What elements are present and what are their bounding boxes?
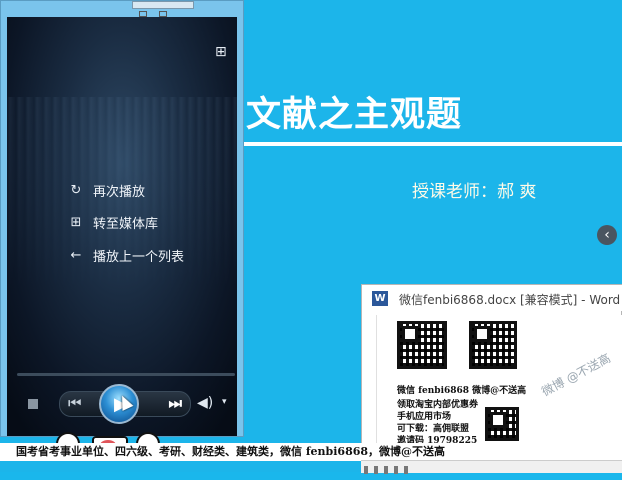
menu-item-replay[interactable]: ↻ 再次播放 (67, 181, 145, 200)
word-title-bar[interactable]: W 微信fenbi6868.docx [兼容模式] - Word ( (362, 285, 622, 311)
menu-item-label: 再次播放 (93, 185, 146, 200)
stop-button[interactable] (28, 399, 38, 409)
title-underline (238, 142, 622, 146)
qr-code-image (485, 407, 519, 441)
library-icon: ⊞ (70, 215, 82, 230)
menu-item-go-to-library[interactable]: ⊞ 转至媒体库 (67, 213, 158, 232)
teacher-label: 授课老师：郝 爽 (412, 182, 537, 202)
bottom-caption: 国考省考事业单位、四六级、考研、财经类、建筑类，微信 fenbi6868，微博@… (0, 443, 445, 461)
switch-to-library-icon[interactable]: ⊞ (215, 44, 227, 60)
menu-item-label: 播放上一个列表 (93, 250, 185, 265)
media-player-window: ⊞ ↻ 再次播放 ⊞ 转至媒体库 ← 播放上一个列表 ⏮ ⏭ ▶ ◀) ▾ (0, 0, 244, 437)
slide-title: 文献之主观题 (246, 95, 463, 135)
previous-track-button[interactable]: ⏮ (68, 394, 82, 412)
volume-dropdown[interactable]: ▾ (222, 397, 227, 407)
previous-slide-button[interactable]: ‹ (597, 225, 617, 245)
word-logo-icon: W (372, 291, 388, 306)
doc-line: 微信 fenbi6868 微博@不送高 (397, 386, 527, 396)
menu-item-label: 转至媒体库 (93, 217, 159, 232)
replay-icon: ↻ (70, 183, 82, 198)
volume-icon[interactable]: ◀) (197, 395, 213, 411)
word-status-bar (361, 460, 622, 474)
word-window-title: 微信fenbi6868.docx [兼容模式] - Word ( (399, 293, 622, 307)
next-track-button[interactable]: ⏭ (168, 394, 182, 412)
seek-bar[interactable] (17, 373, 235, 376)
qr-code-image (397, 321, 447, 369)
qr-code-image (469, 321, 517, 369)
window-controls[interactable] (132, 1, 194, 17)
video-area: ⊞ ↻ 再次播放 ⊞ 转至媒体库 ← 播放上一个列表 (7, 17, 237, 436)
back-arrow-icon: ← (70, 248, 82, 263)
menu-item-previous-list[interactable]: ← 播放上一个列表 (67, 246, 184, 265)
